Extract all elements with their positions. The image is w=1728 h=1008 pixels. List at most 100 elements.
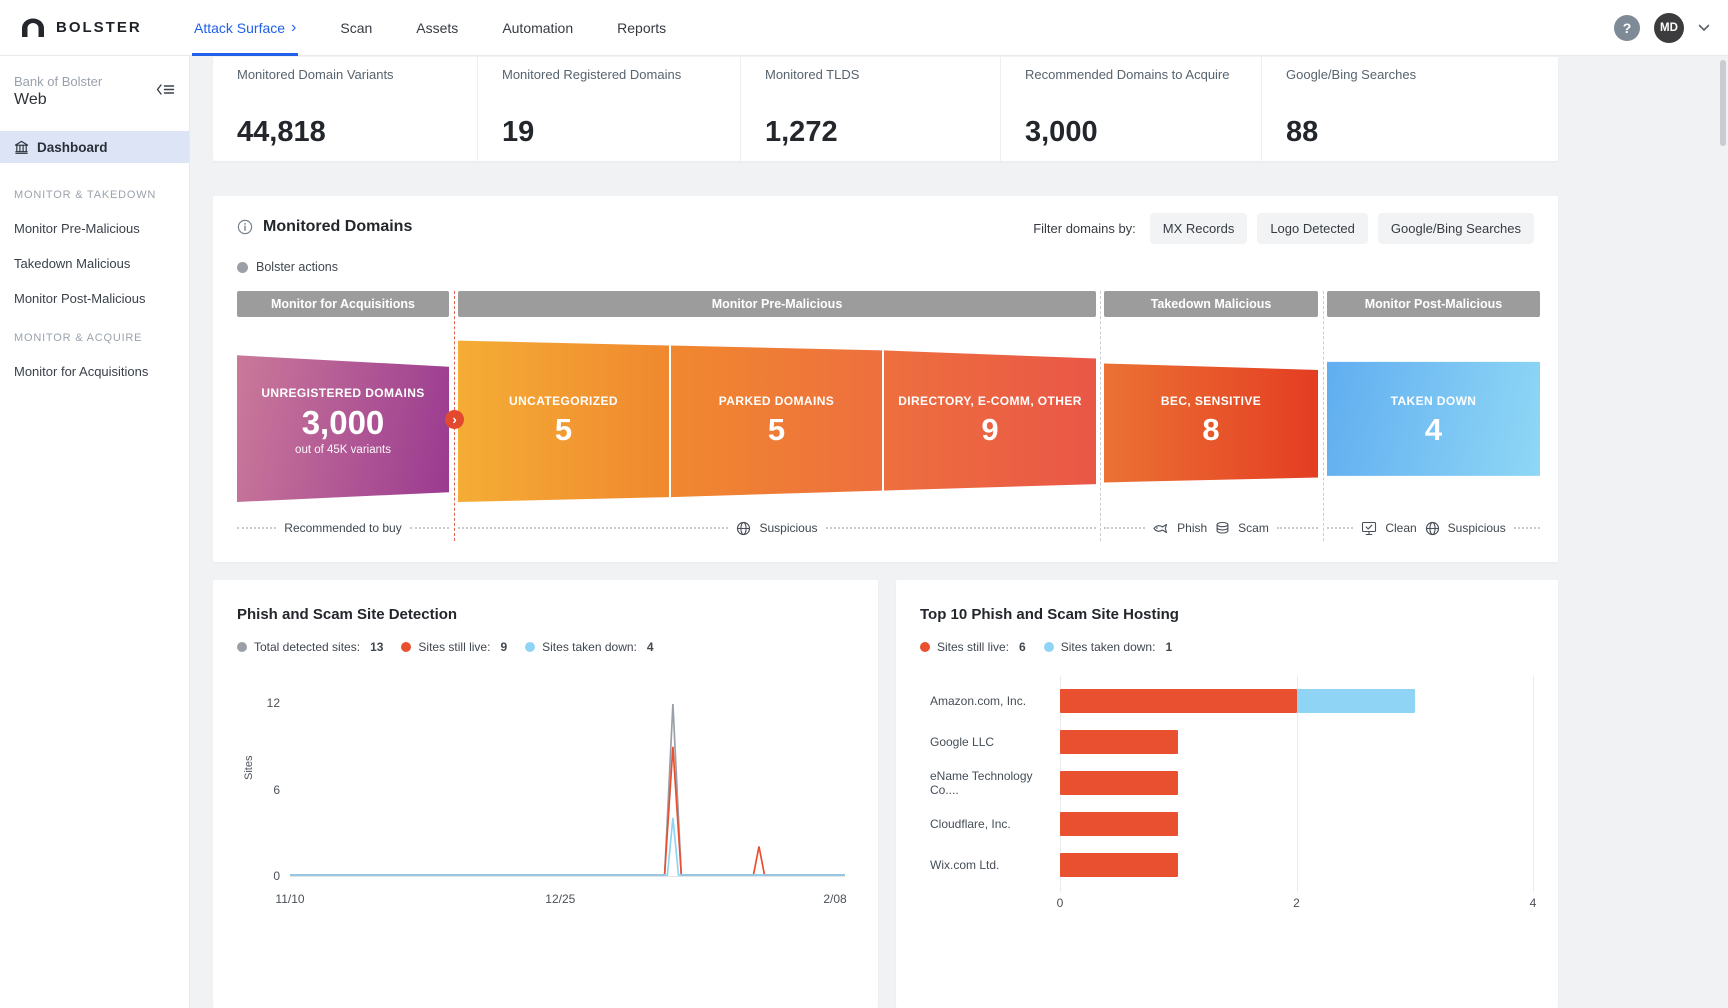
hosting-bar-segment[interactable] (1060, 730, 1178, 754)
domains-funnel: Monitor for Acquisitions Monitor Pre-Mal… (237, 291, 1540, 543)
phish-scam-detection-card: Phish and Scam Site Detection Total dete… (213, 580, 878, 1008)
legend-sites-still-live: Sites still live:9 (401, 640, 507, 654)
nav-item-automation[interactable]: Automation (502, 0, 573, 56)
detection-chart-title: Phish and Scam Site Detection (237, 606, 457, 623)
brand-logo[interactable]: BOLSTER (0, 17, 170, 39)
x-tick-label: 11/10 (275, 892, 304, 906)
filter-google-bing-button[interactable]: Google/Bing Searches (1378, 213, 1534, 244)
hosting-bar-row: Google LLC (896, 721, 1558, 762)
stat-monitored-registered-domains: Monitored Registered Domains 19 (477, 57, 740, 161)
sidebar: Bank of Bolster Web Dashboard MONITOR & … (0, 56, 190, 1008)
hosting-bar-row: eName Technology Co.... (896, 762, 1558, 803)
funnel-footnote-premalicious: Suspicious (458, 517, 1096, 539)
legend-total-detected: Total detected sites:13 (237, 640, 383, 654)
hosting-category-label: Amazon.com, Inc. (896, 694, 1060, 708)
hosting-rows: Amazon.com, Inc. Google LLC eName Technolo… (896, 680, 1558, 885)
chevron-right-icon: › (291, 20, 296, 36)
clean-monitor-check-icon (1361, 521, 1377, 536)
legend-dot (1044, 642, 1054, 652)
hosting-legend: Sites still live:6 Sites taken down:1 (920, 640, 1172, 654)
hosting-x-ticks: 024 (1060, 896, 1533, 912)
hosting-bar-row: Wix.com Ltd. (896, 844, 1558, 885)
nav-item-scan[interactable]: Scan (340, 0, 372, 56)
phish-scam-hosting-card: Top 10 Phish and Scam Site Hosting Sites… (896, 580, 1558, 1008)
funnel-segment-directory-ecomm-other[interactable]: DIRECTORY, E-COMM, OTHER 9 (884, 339, 1096, 502)
legend-dot (401, 642, 411, 652)
top-navigation-bar: BOLSTER Attack Surface › Scan Assets Aut… (0, 0, 1728, 56)
bank-icon (14, 140, 29, 155)
filter-logo-detected-button[interactable]: Logo Detected (1257, 213, 1368, 244)
funnel-segment-taken-down[interactable]: TAKEN DOWN 4 (1327, 339, 1540, 502)
hosting-bar-track (1060, 689, 1533, 713)
hosting-bar-segment[interactable] (1060, 853, 1178, 877)
chevron-down-icon[interactable] (1698, 24, 1710, 32)
funnel-column-monitor-for-acquisitions: Monitor for Acquisitions (237, 291, 449, 317)
funnel-footnote-acquisitions: Recommended to buy (237, 517, 449, 539)
stat-monitored-domain-variants: Monitored Domain Variants 44,818 (213, 57, 477, 161)
sidebar-item-monitor-post-malicious[interactable]: Monitor Post-Malicious (0, 271, 189, 306)
sidebar-item-monitor-for-acquisitions[interactable]: Monitor for Acquisitions (0, 344, 189, 379)
brand-name: BOLSTER (56, 19, 142, 36)
funnel-footnote-postmalicious: Clean Suspicious (1327, 517, 1540, 539)
sidebar-item-monitor-pre-malicious[interactable]: Monitor Pre-Malicious (0, 201, 189, 236)
nav-item-attack-surface[interactable]: Attack Surface › (194, 0, 296, 56)
filter-mx-records-button[interactable]: MX Records (1150, 213, 1248, 244)
filter-domains-label: Filter domains by: (1033, 221, 1136, 236)
user-avatar[interactable]: MD (1654, 13, 1684, 43)
legend-sites-taken-down: Sites taken down:4 (525, 640, 653, 654)
x-tick-label: 2/08 (823, 892, 846, 906)
funnel-segment-unregistered-domains[interactable]: UNREGISTERED DOMAINS 3,000 out of 45K va… (237, 339, 449, 502)
collapse-sidebar-icon[interactable] (156, 82, 175, 97)
monitored-domains-card: Monitored Domains Filter domains by: MX … (213, 196, 1558, 562)
funnel-segment-parked-domains[interactable]: PARKED DOMAINS 5 (671, 339, 882, 502)
y-tick-label: 0 (250, 869, 280, 883)
x-tick-label: 12/25 (545, 892, 575, 906)
phish-fish-icon (1153, 522, 1169, 535)
stat-google-bing-searches: Google/Bing Searches 88 (1261, 57, 1558, 161)
funnel-arrow-right-button[interactable]: › (445, 410, 464, 429)
bolster-logo-icon (20, 17, 46, 39)
detection-x-ticks: 11/1012/252/08 (290, 892, 845, 908)
sidebar-item-dashboard[interactable]: Dashboard (0, 131, 189, 163)
hosting-category-label: Wix.com Ltd. (896, 858, 1060, 872)
hosting-bar-track (1060, 853, 1533, 877)
hosting-bar-row: Cloudflare, Inc. (896, 803, 1558, 844)
x-tick-label: 0 (1057, 896, 1064, 910)
nav-item-reports[interactable]: Reports (617, 0, 666, 56)
x-tick-label: 2 (1293, 896, 1300, 910)
hosting-bar-segment[interactable] (1060, 771, 1178, 795)
funnel-segment-uncategorized[interactable]: UNCATEGORIZED 5 (458, 339, 669, 502)
suspicious-globe-icon (736, 521, 751, 536)
stat-monitored-tlds: Monitored TLDS 1,272 (740, 57, 1000, 161)
funnel-footnote-takedown: Phish Scam (1104, 517, 1318, 539)
sidebar-section-monitor-takedown: MONITOR & TAKEDOWN (0, 163, 189, 201)
bolster-actions-legend: Bolster actions (237, 260, 338, 274)
x-tick-label: 4 (1530, 896, 1537, 910)
detection-plot-area: 0612 (290, 702, 845, 877)
hosting-bar-track (1060, 812, 1533, 836)
sidebar-item-takedown-malicious[interactable]: Takedown Malicious (0, 236, 189, 271)
info-icon[interactable] (237, 219, 253, 235)
hosting-chart-title: Top 10 Phish and Scam Site Hosting (920, 606, 1179, 623)
funnel-column-monitor-post-malicious: Monitor Post-Malicious (1327, 291, 1540, 317)
funnel-column-takedown-malicious: Takedown Malicious (1104, 291, 1318, 317)
legend-sites-taken-down: Sites taken down:1 (1044, 640, 1172, 654)
legend-sites-still-live: Sites still live:6 (920, 640, 1026, 654)
detection-series-line (290, 747, 845, 875)
hosting-category-label: eName Technology Co.... (896, 769, 1060, 797)
nav-item-assets[interactable]: Assets (416, 0, 458, 56)
summary-stats-card: Monitored Domain Variants 44,818 Monitor… (213, 57, 1558, 161)
vertical-scrollbar[interactable] (1720, 60, 1726, 146)
suspicious-globe-icon (1425, 521, 1440, 536)
detection-series-line (290, 704, 845, 875)
help-button[interactable]: ? (1614, 15, 1640, 41)
legend-dot (525, 642, 535, 652)
hosting-bar-segment[interactable] (1060, 812, 1178, 836)
funnel-segment-bec-sensitive[interactable]: BEC, SENSITIVE 8 (1104, 339, 1318, 502)
hosting-bar-segment[interactable] (1060, 689, 1297, 713)
y-tick-label: 12 (250, 696, 280, 710)
hosting-category-label: Cloudflare, Inc. (896, 817, 1060, 831)
hosting-bar-track (1060, 730, 1533, 754)
legend-dot (237, 642, 247, 652)
hosting-bar-segment[interactable] (1297, 689, 1415, 713)
